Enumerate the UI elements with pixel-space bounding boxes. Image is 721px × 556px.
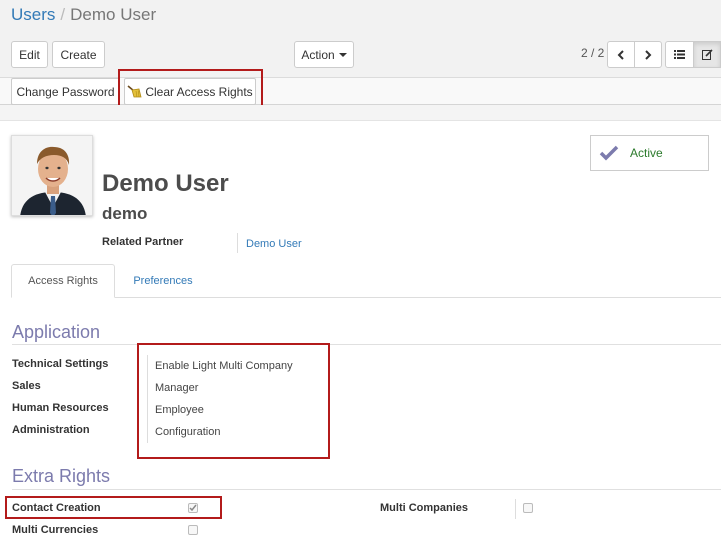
group-label-administration: Administration [12,424,90,436]
application-section-title: Application [12,322,101,342]
action-dropdown-button[interactable]: Action [294,41,354,68]
breadcrumb-separator: / [60,5,66,24]
create-button[interactable]: Create [52,41,105,68]
active-label: Active [630,146,663,160]
group-label-technical-settings: Technical Settings [12,358,109,370]
related-partner-link[interactable]: Demo User [246,238,302,250]
group-value-sales[interactable]: Manager [155,382,198,394]
tab-preferences[interactable]: Preferences [117,264,209,298]
list-icon [674,50,685,59]
field-divider [515,499,516,519]
checkmark-icon [599,145,619,161]
chevron-right-icon [645,49,652,60]
edit-button[interactable]: Edit [11,41,48,68]
clear-access-rights-label: Clear Access Rights [145,84,253,99]
pager-value[interactable]: 2 / 2 [581,46,604,60]
list-view-button[interactable] [665,41,694,68]
user-avatar[interactable] [11,135,93,216]
breadcrumb-current: Demo User [70,5,157,24]
application-section-rule [12,344,721,345]
pager-previous-button[interactable] [607,41,635,68]
group-value-technical-settings[interactable]: Enable Light Multi Company [155,360,293,372]
statusbar: Change Password Clear Access Rights [0,78,721,105]
related-partner-label: Related Partner [102,236,184,248]
extra-rights-section-title: Extra Rights [12,466,111,486]
group-value-human-resources[interactable]: Employee [155,404,204,416]
sheet-background [0,105,721,121]
record-name: Demo User [102,170,229,197]
tab-access-rights[interactable]: Access Rights [11,264,115,298]
group-value-administration[interactable]: Configuration [155,426,220,438]
pager-next-button[interactable] [634,41,662,68]
change-password-button[interactable]: Change Password [11,78,120,105]
contact-creation-checkbox[interactable] [188,503,198,513]
contact-creation-label: Contact Creation [12,502,101,514]
edit-icon [701,49,713,60]
broom-icon [127,85,142,98]
action-label: Action [301,47,335,62]
multi-companies-label: Multi Companies [380,502,469,514]
multi-companies-checkbox[interactable] [523,503,533,513]
multi-currencies-checkbox[interactable] [188,525,198,535]
checkmark-icon [189,504,197,512]
multi-currencies-label: Multi Currencies [12,524,99,536]
user-photo-icon [12,136,92,215]
caret-down-icon [338,52,347,57]
group-label-human-resources: Human Resources [12,402,109,414]
group-label-sales: Sales [12,380,41,392]
breadcrumb-users-link[interactable]: Users [11,5,55,24]
breadcrumb: Users / Demo User [11,5,156,25]
control-panel: Users / Demo User Edit Create Action 2 / 2 [0,0,721,78]
field-divider [237,233,238,253]
extra-rights-section-rule [12,489,721,490]
form-view-button[interactable] [693,41,721,68]
clear-access-rights-button[interactable]: Clear Access Rights [124,78,256,105]
chevron-left-icon [617,49,624,60]
group-values-divider [147,355,148,443]
active-toggle-button[interactable]: Active [590,135,709,171]
record-login: demo [102,204,148,223]
